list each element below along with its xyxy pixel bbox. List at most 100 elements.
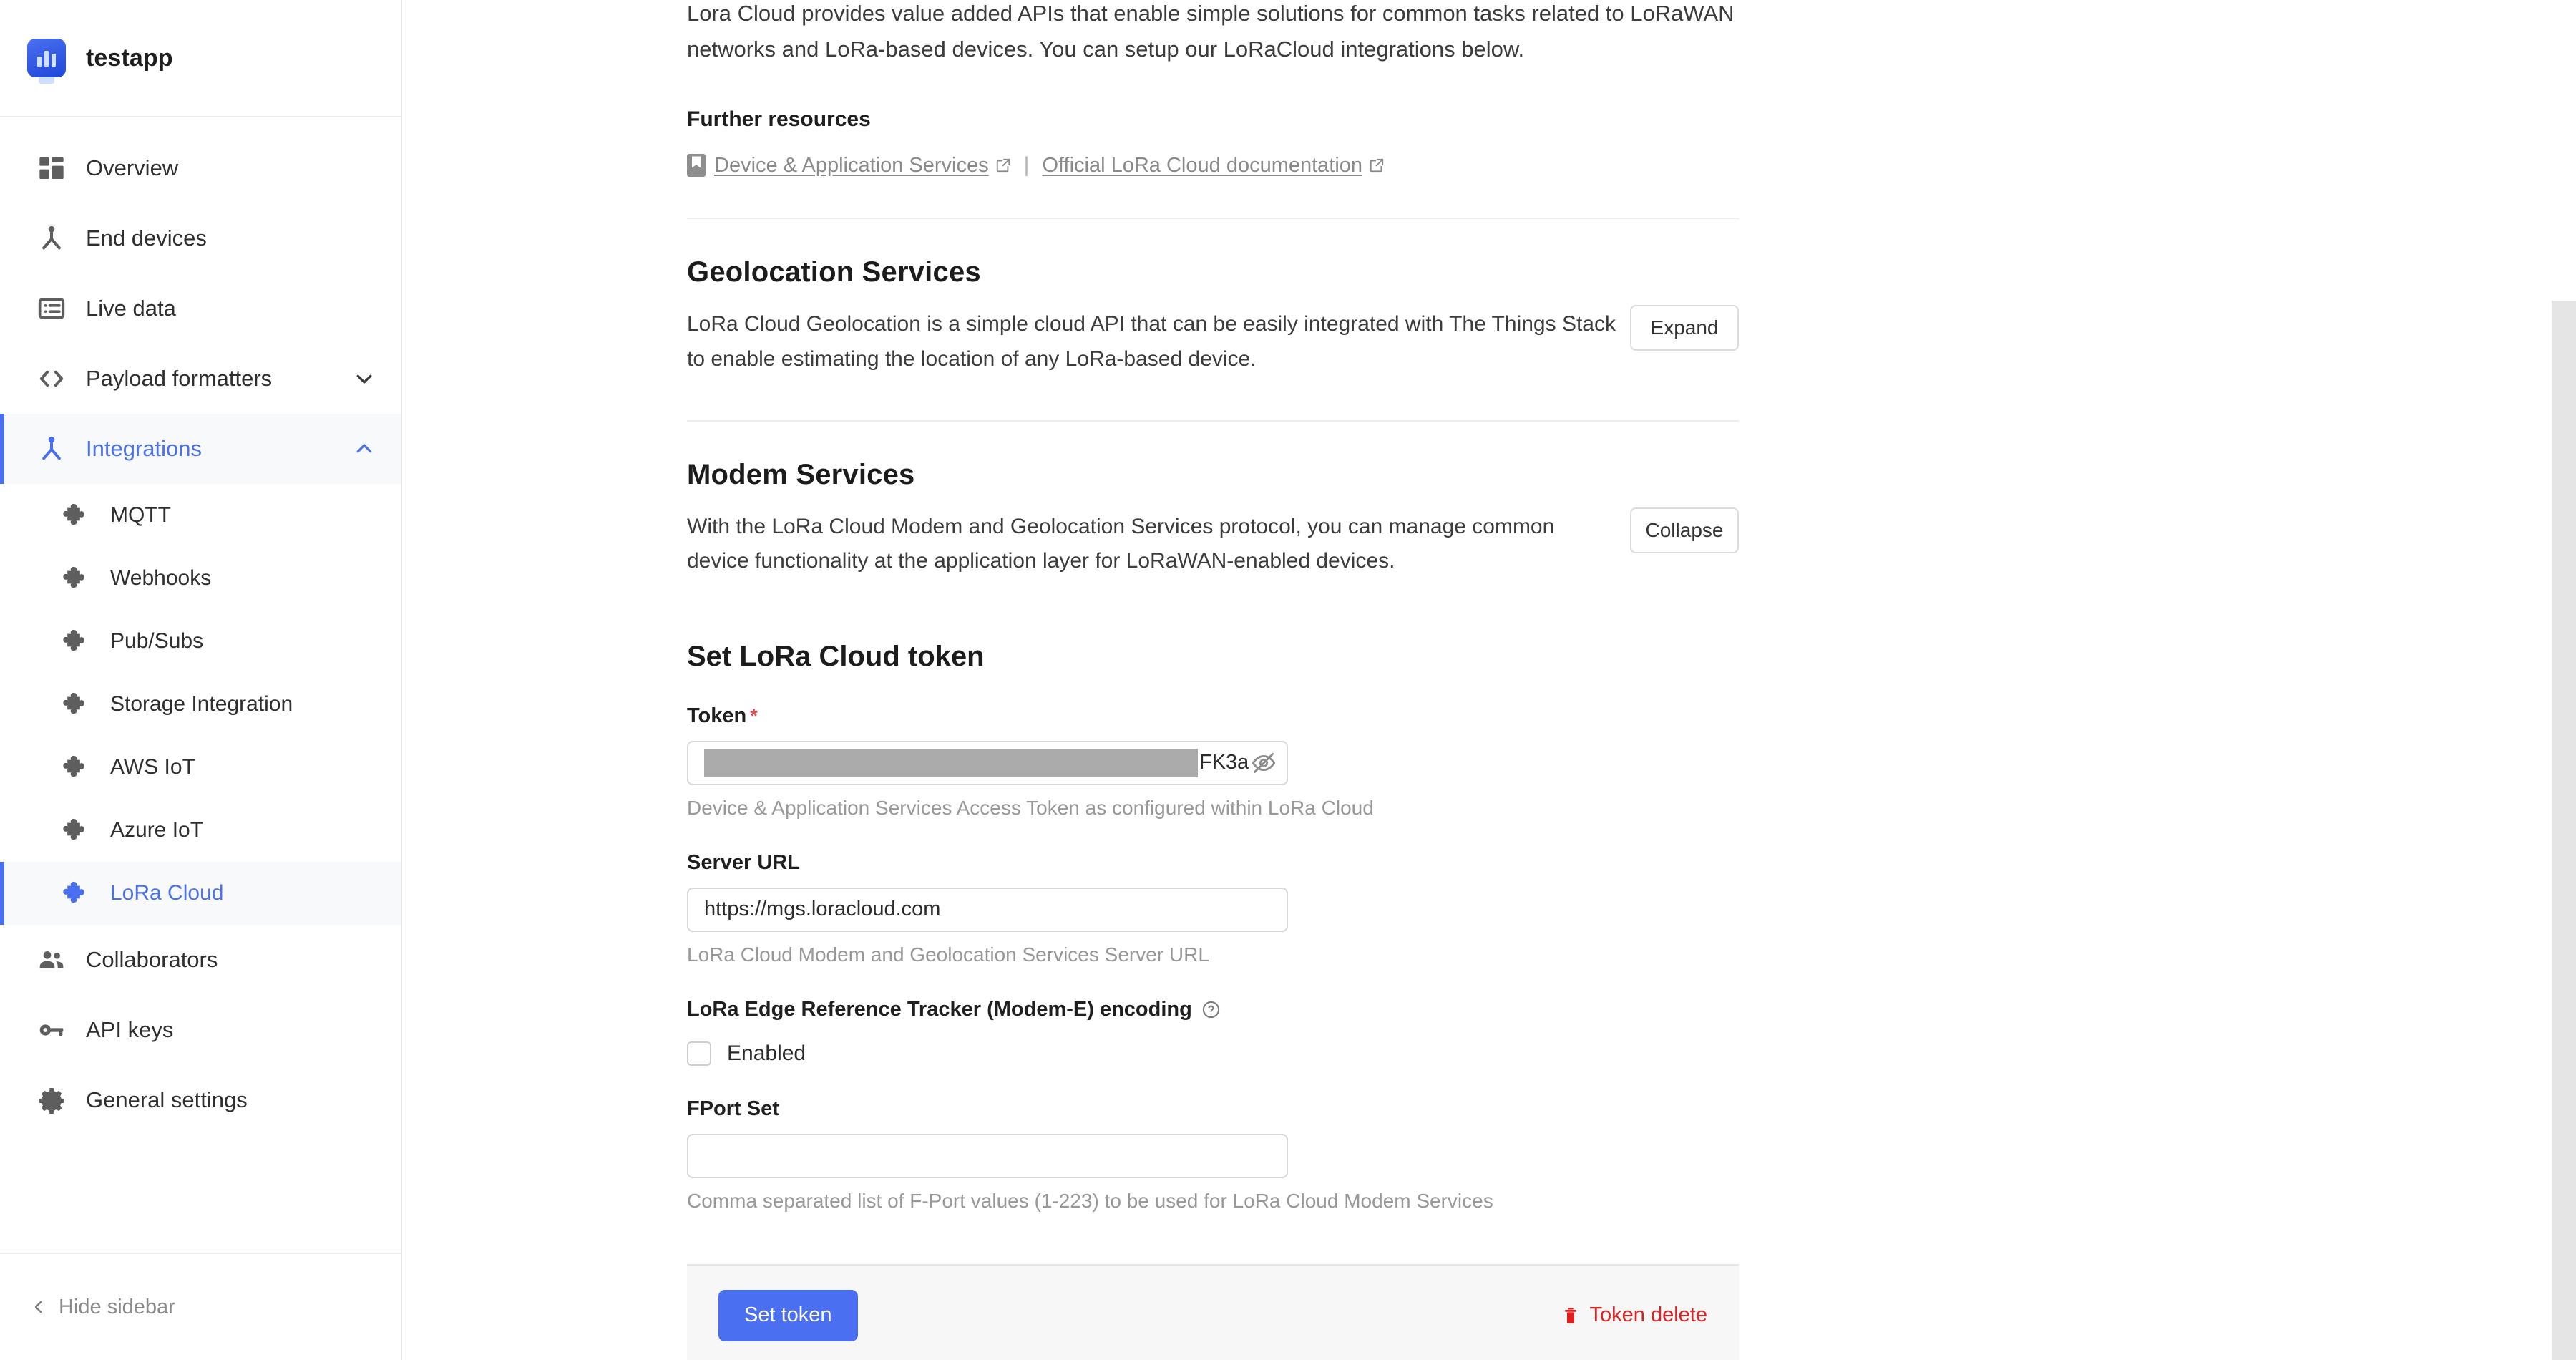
modem-e-label: LoRa Edge Reference Tracker (Modem-E) en… <box>687 997 1192 1021</box>
external-link-icon <box>1369 157 1385 173</box>
sidebar: testapp Overview End devices Live data P… <box>0 0 402 1360</box>
sidebar-item-label: LoRa Cloud <box>110 881 224 905</box>
token-label: Token <box>687 704 747 727</box>
chevron-up-icon[interactable] <box>352 437 376 461</box>
puzzle-piece-icon <box>60 626 92 657</box>
section-body: LoRa Cloud Geolocation is a simple cloud… <box>687 312 1616 371</box>
integrations-node-icon <box>36 433 67 465</box>
field-server-url: Server URL https://mgs.loracloud.com LoR… <box>687 851 1739 966</box>
form-action-bar: Set token Token delete <box>687 1263 1739 1360</box>
fport-label: FPort Set <box>687 1097 779 1120</box>
server-url-hint: LoRa Cloud Modem and Geolocation Service… <box>687 943 1209 966</box>
sidebar-nav: Overview End devices Live data Payload f… <box>0 117 401 1253</box>
sidebar-item-payload-formatters[interactable]: Payload formatters <box>0 344 401 414</box>
sidebar-item-general-settings[interactable]: General settings <box>0 1065 401 1135</box>
eye-off-icon[interactable] <box>1251 750 1277 776</box>
further-resources-links: Device & Application Services | Official… <box>687 153 1739 178</box>
sidebar-item-overview[interactable]: Overview <box>0 133 401 203</box>
token-delete-label: Token delete <box>1589 1303 1707 1327</box>
hide-sidebar-button[interactable]: Hide sidebar <box>0 1253 401 1360</box>
sidebar-item-label: Storage Integration <box>110 692 293 716</box>
modem-e-label-row: LoRa Edge Reference Tracker (Modem-E) en… <box>687 998 1739 1021</box>
sidebar-item-collaborators[interactable]: Collaborators <box>0 925 401 995</box>
resource-separator: | <box>1023 153 1030 178</box>
chevron-left-icon <box>30 1297 47 1317</box>
brand-header[interactable]: testapp <box>0 0 401 117</box>
sidebar-item-aws-iot[interactable]: AWS IoT <box>0 736 401 799</box>
fport-hint: Comma separated list of F-Port values (1… <box>687 1189 1493 1212</box>
content-column: Lora Cloud provides value added APIs tha… <box>687 0 1739 1360</box>
token-hint: Device & Application Services Access Tok… <box>687 796 1374 819</box>
required-marker: * <box>750 704 758 727</box>
sidebar-item-label: End devices <box>86 225 207 251</box>
puzzle-piece-icon <box>60 878 92 909</box>
field-fport-set: FPort Set Comma separated list of F-Port… <box>687 1097 1739 1213</box>
section-title: Modem Services <box>687 458 915 490</box>
sidebar-item-label: Integrations <box>86 436 202 461</box>
gear-icon <box>36 1084 67 1116</box>
live-data-list-icon <box>36 293 67 324</box>
further-resources-title: Further resources <box>687 107 871 132</box>
puzzle-piece-icon <box>60 815 92 846</box>
section-geolocation-services: Geolocation Services LoRa Cloud Geolocat… <box>687 219 1739 377</box>
sidebar-item-api-keys[interactable]: API keys <box>0 995 401 1065</box>
trash-icon <box>1561 1304 1580 1327</box>
app-root: testapp Overview End devices Live data P… <box>0 0 2576 1360</box>
sidebar-item-label: General settings <box>86 1087 248 1112</box>
collaborators-people-icon <box>36 944 67 976</box>
collapse-button[interactable]: Collapse <box>1630 507 1739 553</box>
fport-input[interactable] <box>687 1133 1288 1178</box>
chevron-down-icon[interactable] <box>352 366 376 391</box>
puzzle-piece-icon <box>60 689 92 720</box>
sidebar-item-label: Payload formatters <box>86 366 273 391</box>
end-device-node-icon <box>36 223 67 254</box>
dashboard-grid-icon <box>36 152 67 184</box>
sidebar-item-storage-integration[interactable]: Storage Integration <box>0 673 401 736</box>
question-circle-icon[interactable] <box>1201 1000 1221 1019</box>
redaction-bar <box>704 748 1198 777</box>
token-label-row: Token * <box>687 704 1739 728</box>
sidebar-item-label: Collaborators <box>86 947 218 972</box>
server-url-label: Server URL <box>687 850 800 874</box>
field-modem-e-encoding: LoRa Edge Reference Tracker (Modem-E) en… <box>687 998 1739 1066</box>
sidebar-item-lora-cloud[interactable]: LoRa Cloud <box>0 862 401 925</box>
sidebar-item-label: MQTT <box>110 503 171 527</box>
sidebar-item-pubsubs[interactable]: Pub/Subs <box>0 610 401 673</box>
sidebar-item-label: API keys <box>86 1017 174 1042</box>
field-token: Token * FK3a Device & Application Servic… <box>687 704 1739 820</box>
sidebar-item-label: Webhooks <box>110 566 212 590</box>
server-url-input[interactable]: https://mgs.loracloud.com <box>687 887 1288 932</box>
section-title: Geolocation Services <box>687 256 981 288</box>
token-visible-tail: FK3a <box>1199 751 1249 774</box>
sidebar-item-mqtt[interactable]: MQTT <box>0 484 401 547</box>
page-scrollbar-track[interactable] <box>2550 0 2576 1360</box>
book-icon <box>687 154 706 178</box>
puzzle-piece-icon <box>60 500 92 531</box>
expand-button[interactable]: Expand <box>1630 305 1739 351</box>
puzzle-piece-icon <box>60 563 92 594</box>
token-input[interactable]: FK3a <box>687 740 1288 785</box>
form-title: Set LoRa Cloud token <box>687 640 985 672</box>
main-content: Lora Cloud provides value added APIs tha… <box>402 0 2576 1360</box>
set-token-button[interactable]: Set token <box>718 1289 858 1341</box>
key-icon <box>36 1014 67 1046</box>
page-scrollbar-thumb[interactable] <box>2552 301 2576 1360</box>
sidebar-item-label: Live data <box>86 296 176 321</box>
sidebar-item-end-devices[interactable]: End devices <box>0 203 401 273</box>
link-device-application-services[interactable]: Device & Application Services <box>714 154 989 178</box>
sidebar-item-live-data[interactable]: Live data <box>0 273 401 344</box>
enabled-checkbox-label: Enabled <box>727 1041 806 1065</box>
token-delete-button[interactable]: Token delete <box>1561 1303 1707 1327</box>
puzzle-piece-icon <box>60 752 92 783</box>
sidebar-item-integrations[interactable]: Integrations <box>0 414 401 484</box>
link-official-lora-cloud-documentation[interactable]: Official LoRa Cloud documentation <box>1042 154 1362 178</box>
section-modem-services: Modem Services With the LoRa Cloud Modem… <box>687 422 1739 579</box>
modem-e-checkbox-row: Enabled <box>687 1041 1739 1066</box>
enabled-checkbox[interactable] <box>687 1041 711 1066</box>
external-link-icon <box>995 157 1011 173</box>
sidebar-item-azure-iot[interactable]: Azure IoT <box>0 799 401 862</box>
sidebar-item-webhooks[interactable]: Webhooks <box>0 547 401 610</box>
code-brackets-icon <box>36 363 67 394</box>
sidebar-item-label: Overview <box>86 155 179 180</box>
sidebar-item-label: Pub/Subs <box>110 629 204 653</box>
